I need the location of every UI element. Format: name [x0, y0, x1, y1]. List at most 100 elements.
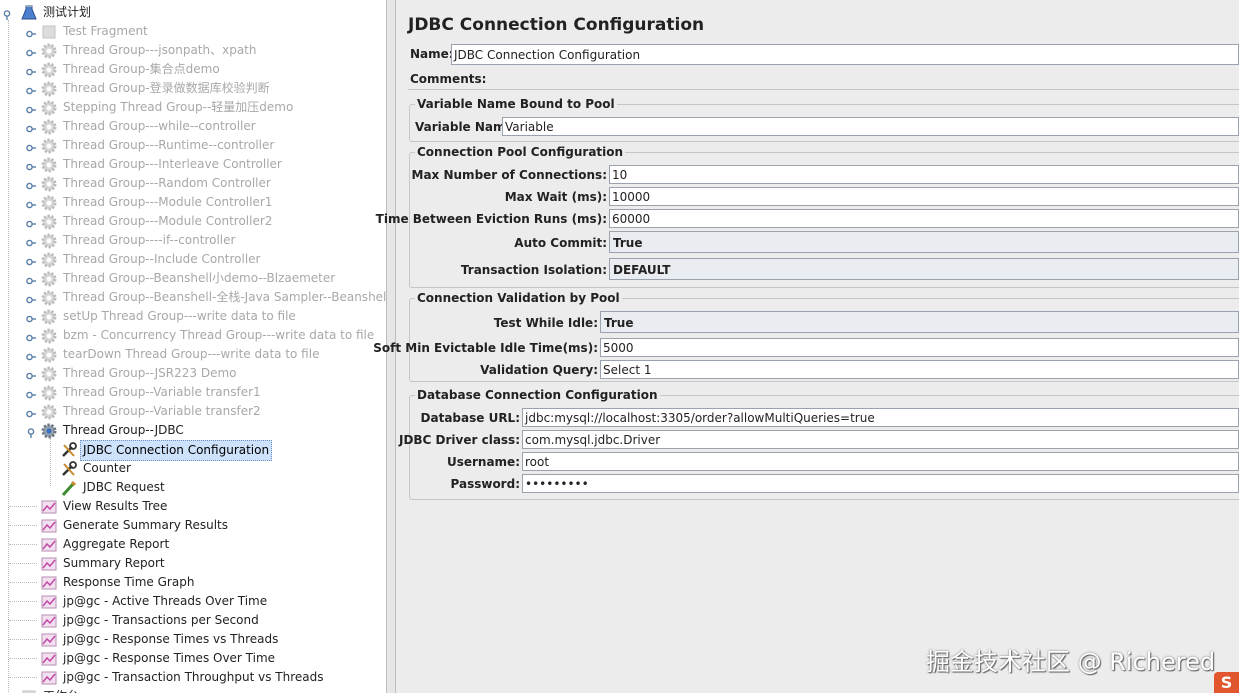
isolation-label: Transaction Isolation:: [460, 263, 607, 277]
password-label: Password:: [450, 477, 521, 491]
tree-node[interactable]: Thread Group-登录做数据库校验判断: [0, 79, 386, 98]
eviction-field[interactable]: 60000: [609, 209, 1239, 228]
tree-node[interactable]: Stepping Thread Group--轻量加压demo: [0, 98, 386, 117]
listener-icon: [40, 631, 58, 649]
tree-root[interactable]: 测试计划: [0, 3, 386, 22]
driver-field[interactable]: com.mysql.jdbc.Driver: [522, 430, 1239, 449]
username-field[interactable]: root: [522, 452, 1239, 471]
collapse-toggle-icon[interactable]: [26, 45, 36, 57]
tree-node-listener[interactable]: jp@gc - Response Times vs Threads: [0, 630, 386, 649]
isolation-select[interactable]: DEFAULT: [609, 258, 1239, 280]
collapse-toggle-icon[interactable]: [26, 140, 36, 152]
tree-node[interactable]: Thread Group--Include Controller: [0, 250, 386, 269]
tree-node-selected[interactable]: JDBC Connection Configuration: [0, 440, 386, 461]
collapse-toggle-icon[interactable]: [26, 178, 36, 190]
listener-icon: [40, 498, 58, 516]
soft-min-field[interactable]: 5000: [600, 338, 1239, 357]
tree-node[interactable]: setUp Thread Group---write data to file: [0, 307, 386, 326]
collapse-toggle-icon[interactable]: [26, 387, 36, 399]
tree-node-label: Response Time Graph: [63, 575, 195, 589]
tree-node[interactable]: Test Fragment: [0, 22, 386, 41]
collapse-toggle-icon[interactable]: [26, 292, 36, 304]
collapse-toggle-icon[interactable]: [26, 26, 36, 38]
tree-node[interactable]: Thread Group--JDBC: [0, 421, 386, 440]
tree-node[interactable]: Thread Group----if--controller: [0, 231, 386, 250]
test-plan-tree[interactable]: 测试计划 Test Fragment Thread Group---jsonpath…: [0, 0, 386, 693]
tree-node-workbench[interactable]: 工作台: [0, 687, 386, 693]
collapse-toggle-icon[interactable]: [26, 349, 36, 361]
tree-node-listener[interactable]: jp@gc - Active Threads Over Time: [0, 592, 386, 611]
driver-label: JDBC Driver class:: [398, 433, 520, 447]
password-field[interactable]: •••••••••: [522, 474, 1239, 493]
collapse-toggle-icon[interactable]: [26, 311, 36, 323]
tree-node[interactable]: JDBC Request: [0, 478, 386, 497]
collapse-toggle-icon[interactable]: [26, 406, 36, 418]
variable-name-field[interactable]: Variable: [502, 117, 1239, 136]
tree-node[interactable]: Thread Group---Module Controller2: [0, 212, 386, 231]
tree-node-label: Aggregate Report: [63, 537, 170, 551]
collapse-toggle-icon[interactable]: [26, 197, 36, 209]
tree-node-label: Thread Group----if--controller: [63, 233, 236, 247]
collapse-toggle-icon[interactable]: [26, 159, 36, 171]
tree-node[interactable]: Thread Group--Beanshell-全栈-Java Sampler-…: [0, 288, 386, 307]
db-url-field[interactable]: jdbc:mysql://localhost:3305/order?allowM…: [522, 408, 1239, 427]
max-wait-field[interactable]: 10000: [609, 187, 1239, 206]
tree-node[interactable]: Thread Group--Variable transfer2: [0, 402, 386, 421]
tree-node-label: 测试计划: [43, 5, 92, 19]
tree-node-label: jp@gc - Transactions per Second: [63, 613, 259, 627]
tree-node[interactable]: Thread Group---Runtime--controller: [0, 136, 386, 155]
tree-node[interactable]: Thread Group--Variable transfer1: [0, 383, 386, 402]
gear-icon: [40, 384, 58, 402]
tree-node[interactable]: Thread Group---Interleave Controller: [0, 155, 386, 174]
tree-node[interactable]: Thread Group---while--controller: [0, 117, 386, 136]
tree-node-label: Thread Group--Variable transfer2: [63, 404, 261, 418]
name-field[interactable]: JDBC Connection Configuration: [451, 44, 1239, 65]
tree-node[interactable]: Counter: [0, 459, 386, 478]
collapse-toggle-icon[interactable]: [26, 330, 36, 342]
tree-node-listener[interactable]: Generate Summary Results: [0, 516, 386, 535]
tree-node-listener[interactable]: jp@gc - Transactions per Second: [0, 611, 386, 630]
tree-node[interactable]: bzm - Concurrency Thread Group---write d…: [0, 326, 386, 345]
listener-icon: [40, 574, 58, 592]
tree-node-listener[interactable]: Aggregate Report: [0, 535, 386, 554]
tree-node-listener[interactable]: jp@gc - Response Times Over Time: [0, 649, 386, 668]
collapse-toggle-icon[interactable]: [26, 102, 36, 114]
collapse-toggle-icon[interactable]: [26, 273, 36, 285]
test-idle-select[interactable]: True: [600, 311, 1239, 333]
tree-node[interactable]: tearDown Thread Group---write data to fi…: [0, 345, 386, 364]
tree-node-label: Thread Group--JDBC: [63, 423, 184, 437]
expand-toggle-icon[interactable]: [2, 7, 12, 20]
tree-node-listener[interactable]: Summary Report: [0, 554, 386, 573]
group-variable-bound-title: Variable Name Bound to Pool: [415, 97, 617, 111]
validation-query-field[interactable]: Select 1: [600, 360, 1239, 379]
tree-node[interactable]: Thread Group---jsonpath、xpath: [0, 41, 386, 60]
tree-node-label: Counter: [83, 461, 131, 475]
tree-node-listener[interactable]: Response Time Graph: [0, 573, 386, 592]
tree-node-label: Thread Group--Beanshell-全栈-Java Sampler-…: [63, 290, 386, 304]
collapse-toggle-icon[interactable]: [26, 216, 36, 228]
tree-node-label: Thread Group---while--controller: [63, 119, 256, 133]
plan-icon: [20, 4, 38, 22]
tree-node[interactable]: Thread Group---Module Controller1: [0, 193, 386, 212]
gear-icon: [40, 175, 58, 193]
collapse-toggle-icon[interactable]: [26, 64, 36, 76]
tree-node[interactable]: Thread Group---Random Controller: [0, 174, 386, 193]
tree-node-listener[interactable]: jp@gc - Transaction Throughput vs Thread…: [0, 668, 386, 687]
collapse-toggle-icon[interactable]: [26, 368, 36, 380]
tree-node-label: View Results Tree: [63, 499, 168, 513]
auto-commit-select[interactable]: True: [609, 231, 1239, 253]
tree-node[interactable]: Thread Group--Beanshell小demo--Blzaemeter: [0, 269, 386, 288]
tree-node-listener[interactable]: View Results Tree: [0, 497, 386, 516]
auto-commit-label: Auto Commit:: [514, 236, 607, 250]
collapse-toggle-icon[interactable]: [26, 121, 36, 133]
tree-node[interactable]: Thread Group-集合点demo: [0, 60, 386, 79]
collapse-toggle-icon[interactable]: [26, 235, 36, 247]
expand-toggle-icon[interactable]: [26, 425, 36, 438]
corner-logo: S: [1214, 672, 1239, 693]
collapse-toggle-icon[interactable]: [26, 83, 36, 95]
fragment-icon: [40, 23, 58, 41]
listener-icon: [40, 593, 58, 611]
collapse-toggle-icon[interactable]: [26, 254, 36, 266]
max-connections-field[interactable]: 10: [609, 165, 1239, 184]
tree-node[interactable]: Thread Group--JSR223 Demo: [0, 364, 386, 383]
